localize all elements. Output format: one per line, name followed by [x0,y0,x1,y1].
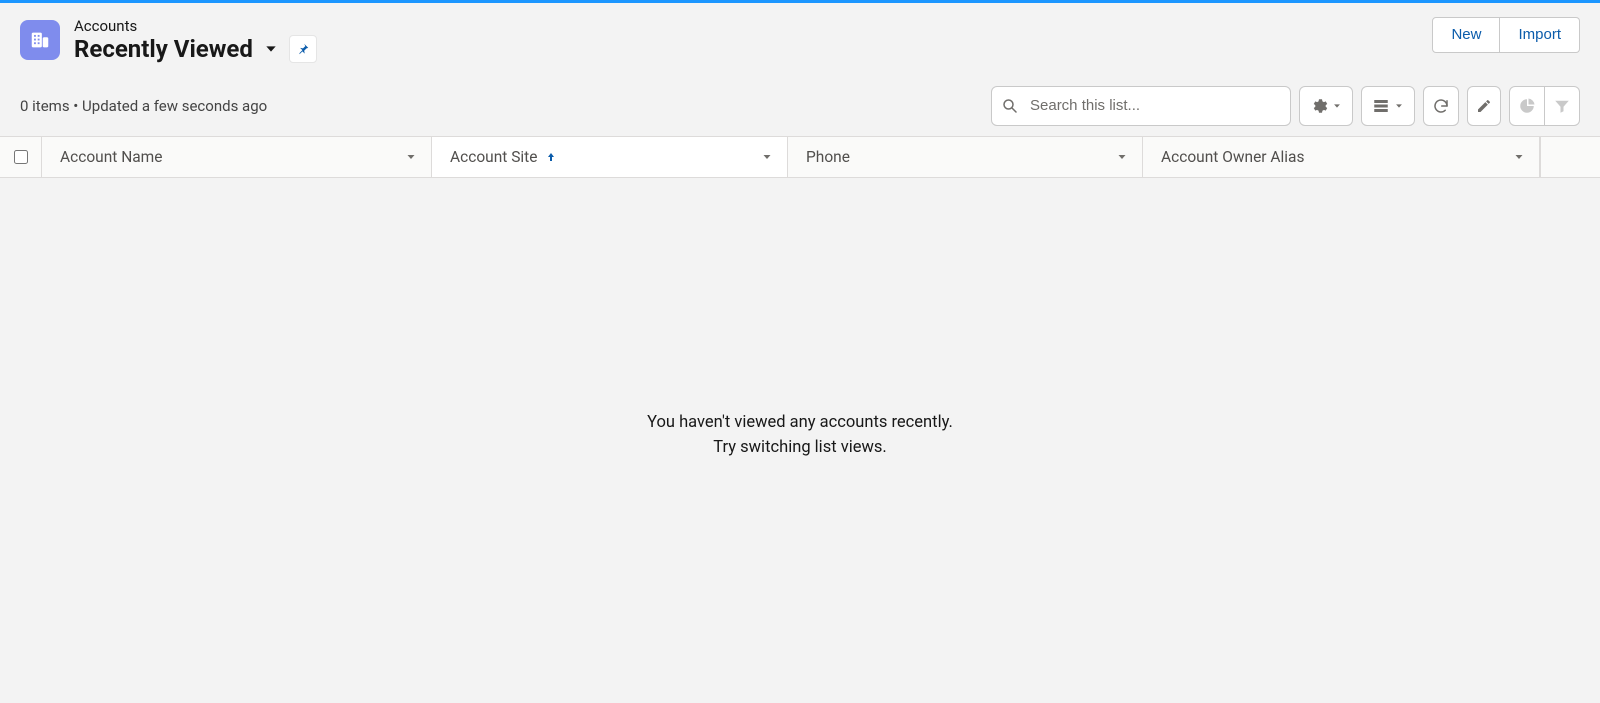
empty-state: You haven't viewed any accounts recently… [0,178,1600,703]
column-menu-trigger[interactable] [1509,137,1529,177]
edit-icon [1476,98,1492,114]
pin-list-button[interactable] [289,35,317,63]
column-header-account-owner-alias[interactable]: Account Owner Alias [1143,137,1540,177]
column-label: Account Owner Alias [1161,148,1304,166]
new-button[interactable]: New [1432,17,1500,53]
column-label: Account Site [450,148,537,166]
filter-button[interactable] [1545,86,1580,126]
refresh-button[interactable] [1423,86,1459,126]
gear-icon [1310,97,1328,115]
display-as-button[interactable] [1361,86,1415,126]
chevron-down-icon [263,41,279,57]
list-view-name: Recently Viewed [74,35,253,64]
empty-line-1: You haven't viewed any accounts recently… [647,413,953,432]
inline-edit-button[interactable] [1467,86,1501,126]
column-menu-trigger[interactable] [757,137,777,177]
list-search-input[interactable] [991,86,1291,126]
column-header-account-name[interactable]: Account Name [42,137,432,177]
refresh-icon [1432,97,1450,115]
list-view-switcher[interactable]: Recently Viewed [74,35,279,64]
chevron-down-icon [1332,101,1342,111]
filter-icon [1553,97,1571,115]
table-display-icon [1372,97,1390,115]
chart-icon [1518,97,1536,115]
select-all-checkbox[interactable] [14,150,28,164]
column-menu-trigger[interactable] [401,137,421,177]
list-meta: 0 items • Updated a few seconds ago [20,97,267,115]
object-label: Accounts [74,17,317,35]
arrow-up-icon [545,151,557,163]
column-label: Phone [806,148,850,166]
column-label: Account Name [60,148,163,166]
account-icon [20,20,60,60]
chevron-down-icon [1394,101,1404,111]
column-header-phone[interactable]: Phone [788,137,1143,177]
pin-icon [296,42,310,56]
import-button[interactable]: Import [1500,17,1580,53]
column-header-actions [1540,137,1600,177]
column-header-account-site[interactable]: Account Site [432,137,788,177]
page-actions: New Import [1432,17,1580,53]
column-menu-trigger[interactable] [1112,137,1132,177]
select-all-cell [0,137,42,177]
empty-line-2: Try switching list views. [713,438,886,457]
search-icon [1001,97,1019,115]
table-header-row: Account Name Account Site Phone Accoun [0,136,1600,178]
list-view-controls-button[interactable] [1299,86,1353,126]
chart-button[interactable] [1509,86,1545,126]
